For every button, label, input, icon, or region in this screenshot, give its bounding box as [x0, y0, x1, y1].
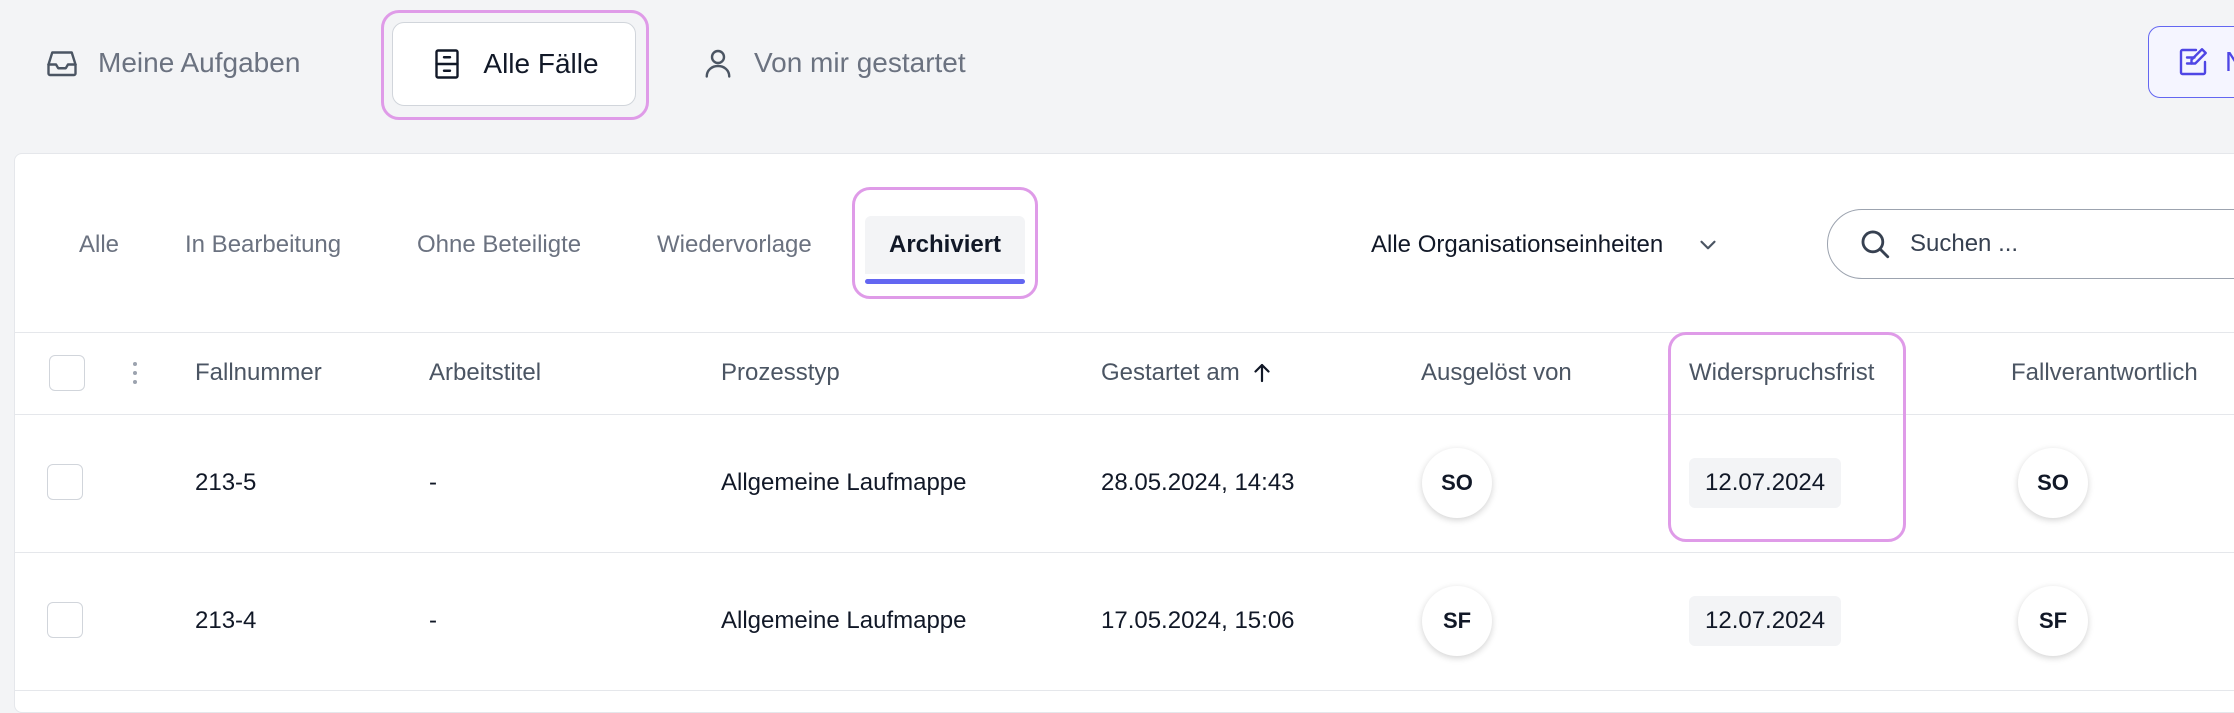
- deadline-date-chip: 12.07.2024: [1689, 596, 1842, 646]
- filter-tab-label: Ohne Beteiligte: [417, 231, 582, 258]
- filter-bar: Alle In Bearbeitung Ohne Beteiligte Wied…: [15, 154, 2234, 333]
- avatar-fallverantwortlich[interactable]: SO: [2018, 448, 2088, 518]
- filter-tab-alle[interactable]: Alle: [79, 216, 119, 274]
- filter-tab-label: Alle: [79, 231, 120, 258]
- column-header-prozesstyp[interactable]: Prozesstyp: [721, 332, 840, 414]
- column-header-ausgeloest-von[interactable]: Ausgelöst von: [1421, 332, 1572, 414]
- column-label: Fallverantwortlich: [2011, 359, 2198, 386]
- column-label: Fallnummer: [195, 359, 322, 386]
- cell-gestartet-am: 17.05.2024, 15:06: [1101, 607, 1295, 634]
- tab-label: Alle Fälle: [483, 48, 599, 79]
- tab-label: Von mir gestartet: [754, 47, 966, 78]
- filter-tab-label: Archiviert: [889, 231, 1002, 258]
- edit-note-icon: [2179, 48, 2207, 76]
- new-button-label: Neu: [2225, 46, 2234, 78]
- avatar-fallverantwortlich[interactable]: SF: [2018, 586, 2088, 656]
- column-header-widerspruchsfrist[interactable]: Widerspruchsfrist: [1689, 332, 1874, 414]
- chevron-down-icon: [1700, 240, 1716, 250]
- filter-tab-label: Wiedervorlage: [657, 231, 812, 258]
- filter-tab-ohne-beteiligte[interactable]: Ohne Beteiligte: [417, 216, 581, 274]
- avatar-ausgeloest-von[interactable]: SO: [1422, 448, 1492, 518]
- filter-tab-label: In Bearbeitung: [185, 231, 342, 258]
- user-icon: [705, 49, 731, 78]
- archive-box-icon: [435, 49, 460, 79]
- cases-card: Alle In Bearbeitung Ohne Beteiligte Wied…: [14, 153, 2234, 713]
- table-header: Fallnummer Arbeitstitel Prozesstyp Gesta…: [15, 332, 2234, 415]
- tab-von-mir-gestartet[interactable]: Von mir gestartet: [700, 22, 966, 104]
- search-input[interactable]: [1908, 229, 2212, 259]
- filter-tab-in-bearbeitung[interactable]: In Bearbeitung: [185, 216, 341, 274]
- new-case-button[interactable]: Neu: [2148, 26, 2234, 98]
- column-label: Arbeitstitel: [429, 359, 542, 386]
- cell-fallnummer[interactable]: 213-4: [195, 552, 256, 690]
- filter-tab-wiedervorlage[interactable]: Wiedervorlage: [657, 216, 812, 274]
- column-options-icon[interactable]: [125, 356, 145, 390]
- column-label: Gestartet am: [1101, 359, 1240, 386]
- select-all-checkbox[interactable]: [49, 355, 85, 391]
- avatar-ausgeloest-von[interactable]: SF: [1422, 586, 1492, 656]
- table-row[interactable]: 213-5 - Allgemeine Laufmappe 28.05.2024,…: [15, 414, 2234, 553]
- deadline-date-chip: 12.07.2024: [1689, 458, 1842, 508]
- organization-select[interactable]: Alle Organisationseinheiten: [1371, 216, 1721, 274]
- cell-fallnummer[interactable]: 213-5: [195, 414, 256, 552]
- table-row[interactable]: 213-4 - Allgemeine Laufmappe 17.05.2024,…: [15, 552, 2234, 691]
- row-checkbox[interactable]: [47, 464, 83, 500]
- organization-select-value: Alle Organisationseinheiten: [1371, 231, 1664, 258]
- cell-arbeitstitel: -: [429, 607, 437, 634]
- top-navigation: Meine Aufgaben Alle Fälle Von mir gestar…: [0, 0, 2234, 140]
- cell-arbeitstitel: -: [429, 469, 437, 496]
- tab-meine-aufgaben[interactable]: Meine Aufgaben: [44, 22, 300, 104]
- sort-ascending-icon: [1254, 363, 1270, 383]
- column-label: Prozesstyp: [721, 359, 840, 386]
- row-checkbox[interactable]: [47, 602, 83, 638]
- column-header-gestartet-am[interactable]: Gestartet am: [1101, 332, 1274, 414]
- column-header-arbeitstitel[interactable]: Arbeitstitel: [429, 332, 541, 414]
- column-header-fallnummer[interactable]: Fallnummer: [195, 332, 322, 414]
- column-header-fallverantwortlich[interactable]: Fallverantwortlich: [2011, 332, 2198, 414]
- tab-alle-faelle[interactable]: Alle Fälle: [392, 22, 636, 106]
- column-label: Ausgelöst von: [1421, 359, 1572, 386]
- cell-gestartet-am: 28.05.2024, 14:43: [1101, 469, 1295, 496]
- cell-prozesstyp: Allgemeine Laufmappe: [721, 607, 967, 634]
- inbox-icon: [47, 51, 77, 77]
- search-field[interactable]: [1827, 209, 2234, 279]
- tab-label: Meine Aufgaben: [98, 47, 301, 78]
- column-label: Widerspruchsfrist: [1689, 359, 1875, 386]
- search-icon: [1861, 230, 1890, 259]
- cell-prozesstyp: Allgemeine Laufmappe: [721, 469, 967, 496]
- filter-tab-archiviert[interactable]: Archiviert: [865, 216, 1026, 284]
